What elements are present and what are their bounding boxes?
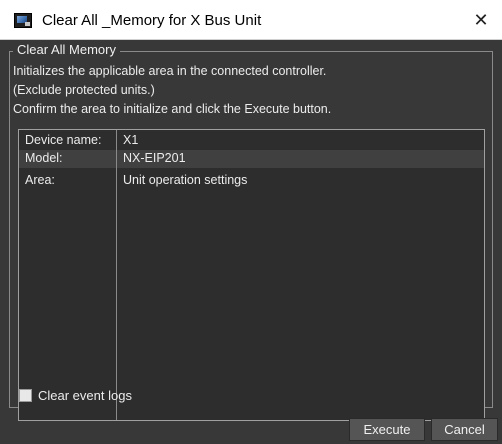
cancel-button[interactable]: Cancel bbox=[431, 418, 498, 441]
window-title: Clear All _Memory for X Bus Unit bbox=[42, 12, 262, 29]
description-line-2: (Exclude protected units.) bbox=[13, 83, 155, 97]
clear-event-logs-checkbox[interactable] bbox=[19, 389, 32, 402]
info-row-model: Model: NX-EIP201 bbox=[19, 150, 484, 168]
column-divider bbox=[116, 130, 117, 420]
execute-button[interactable]: Execute bbox=[349, 418, 425, 441]
device-name-label: Device name: bbox=[25, 133, 102, 147]
group-label: Clear All Memory bbox=[13, 42, 120, 57]
title-bar: Clear All _Memory for X Bus Unit ✕ bbox=[0, 0, 502, 40]
description-line-1: Initializes the applicable area in the c… bbox=[13, 64, 327, 78]
device-name-value: X1 bbox=[123, 133, 139, 147]
model-label: Model: bbox=[25, 151, 63, 165]
area-value: Unit operation settings bbox=[123, 173, 248, 187]
clear-event-logs-label[interactable]: Clear event logs bbox=[38, 388, 132, 403]
dialog-body: Clear All Memory Initializes the applica… bbox=[0, 40, 502, 444]
target-info-panel: Device name: X1 Model: NX-EIP201 Area: U… bbox=[18, 129, 485, 421]
info-row-device-name: Device name: X1 bbox=[19, 132, 484, 150]
model-value: NX-EIP201 bbox=[123, 151, 186, 165]
close-button[interactable]: ✕ bbox=[466, 6, 496, 34]
app-window-icon bbox=[14, 13, 32, 28]
area-label: Area: bbox=[25, 173, 55, 187]
info-row-area: Area: Unit operation settings bbox=[19, 172, 484, 190]
close-icon: ✕ bbox=[473, 10, 489, 30]
description-line-3: Confirm the area to initialize and click… bbox=[13, 102, 332, 116]
